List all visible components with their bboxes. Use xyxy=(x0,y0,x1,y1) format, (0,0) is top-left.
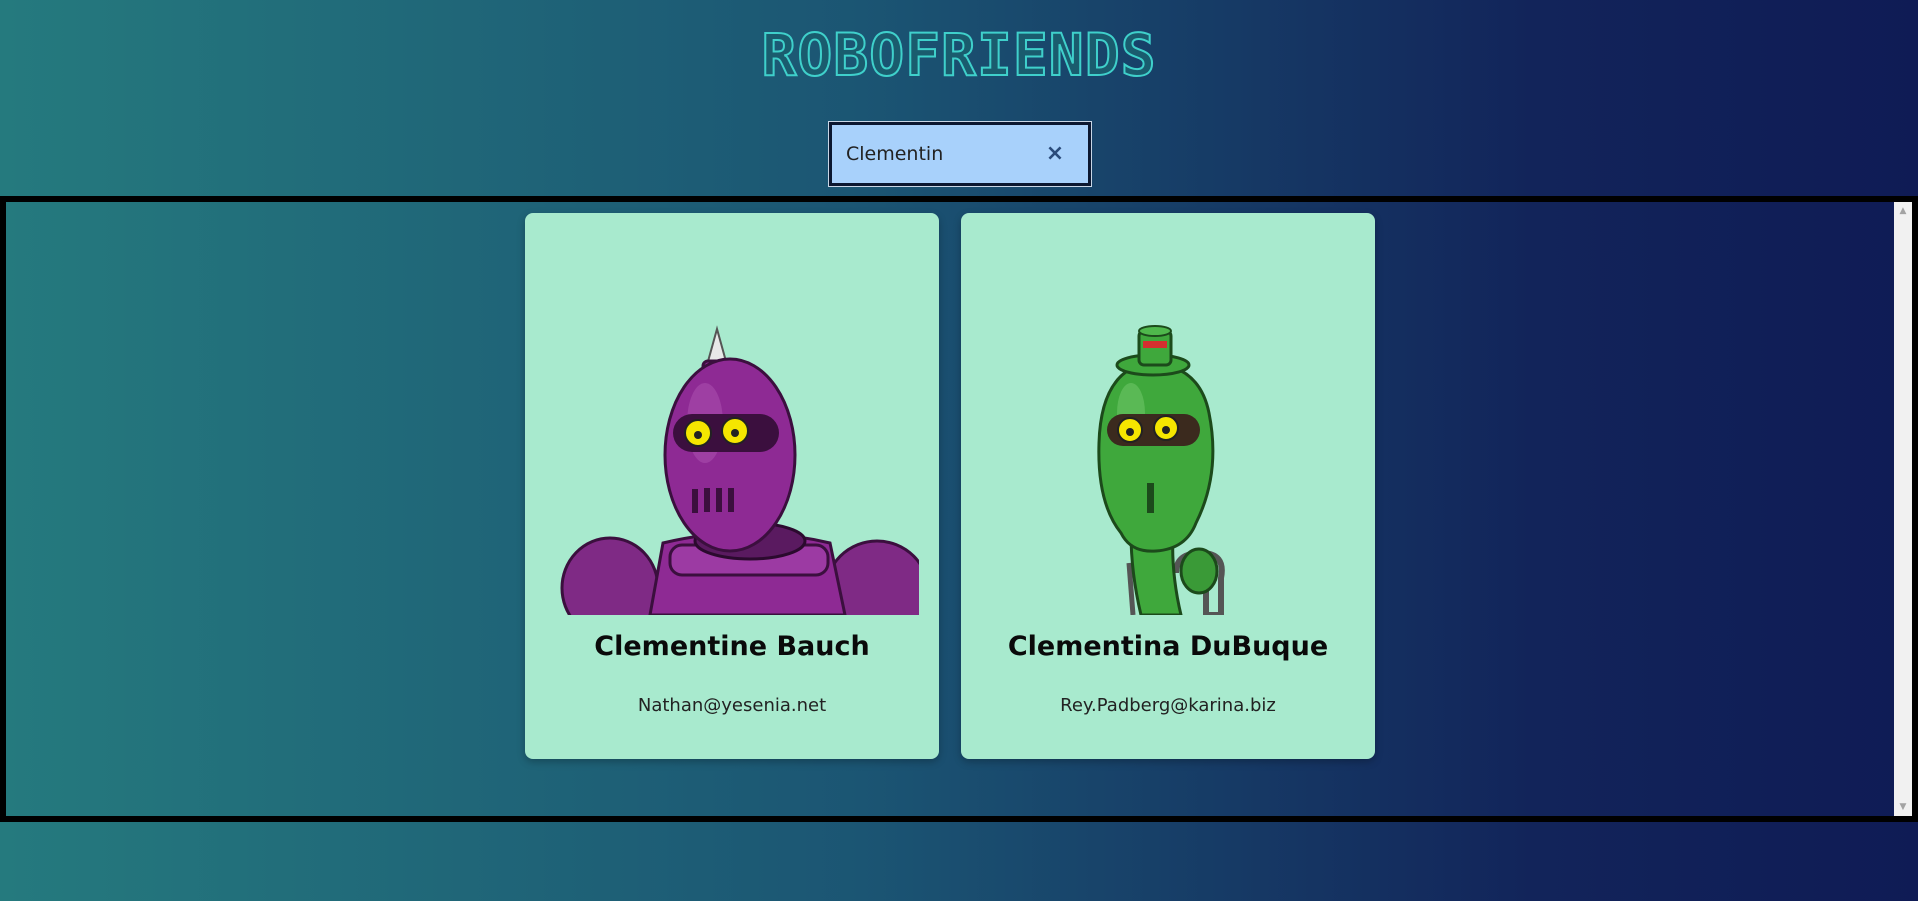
scroll-up-icon[interactable]: ▲ xyxy=(1894,202,1912,220)
robot-name: Clementina DuBuque xyxy=(1007,631,1329,662)
scroll-down-icon[interactable]: ▼ xyxy=(1894,798,1912,816)
search-box: × xyxy=(828,121,1092,187)
purple-robot-avatar xyxy=(545,233,919,615)
page-title: ROBOFRIENDS xyxy=(760,21,1157,89)
search-input[interactable] xyxy=(846,139,1036,169)
robot-email: Rey.Padberg@karina.biz xyxy=(1060,695,1276,716)
green-robot-avatar xyxy=(981,233,1355,615)
vertical-scrollbar[interactable]: ▲ ▼ xyxy=(1894,202,1912,816)
robot-email: Nathan@yesenia.net xyxy=(637,695,827,716)
clear-search-icon[interactable]: × xyxy=(1040,139,1070,169)
robot-card[interactable]: Clementina DuBuque Rey.Padberg@karina.bi… xyxy=(961,213,1375,759)
robot-name: Clementine Bauch xyxy=(594,631,870,662)
robot-list-scroll-area[interactable]: Clementine Bauch Nathan@yesenia.net Clem… xyxy=(0,196,1918,822)
robot-card[interactable]: Clementine Bauch Nathan@yesenia.net xyxy=(525,213,939,759)
